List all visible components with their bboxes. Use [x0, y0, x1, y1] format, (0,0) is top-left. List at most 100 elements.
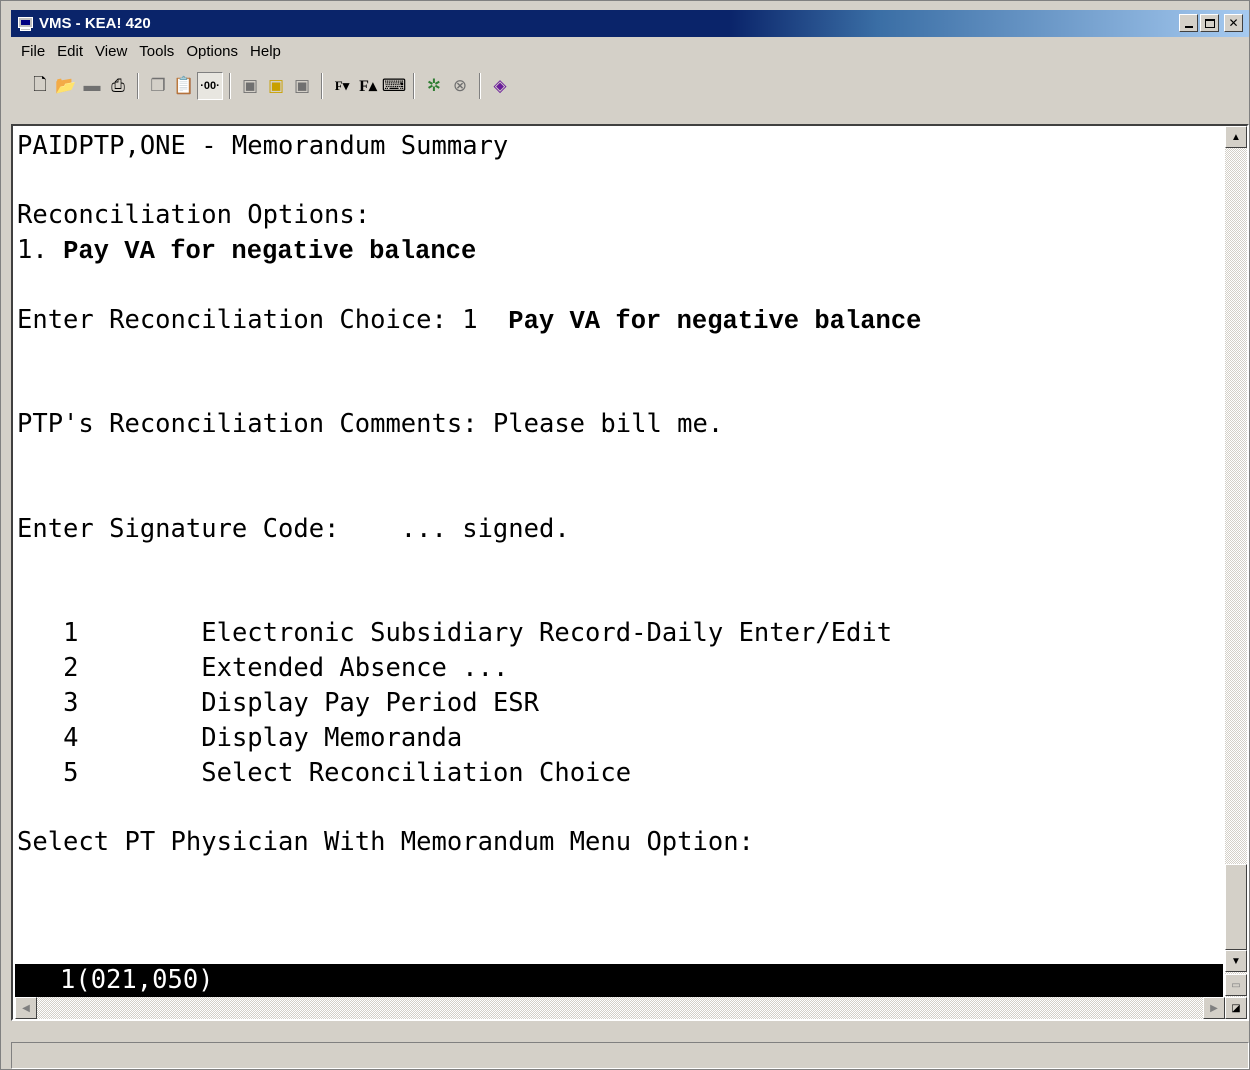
toolbar-separator — [321, 73, 323, 99]
recon-options-label: Reconciliation Options: — [17, 200, 371, 230]
page-button[interactable]: ▭ — [1225, 974, 1247, 996]
font-increase-icon: F▴ — [359, 78, 377, 95]
copy-icon: ❐ — [150, 76, 166, 95]
menu-help[interactable]: Help — [250, 43, 281, 60]
menu-bar: File Edit View Tools Options Help — [11, 39, 283, 63]
help-book-icon: ◈ — [493, 76, 507, 95]
window-title: VMS - KEA! 420 — [39, 15, 151, 32]
menu-option-number: 1 — [63, 618, 79, 648]
arrow-down-icon: ▼ — [1231, 955, 1241, 967]
transfer-button[interactable]: ▣ — [289, 72, 315, 100]
menu-view[interactable]: View — [95, 43, 127, 60]
menu-option-3: 3 Display Pay Period ESR — [17, 686, 539, 720]
toolbar-separator — [229, 73, 231, 99]
recon-option-1-text: Pay VA for negative balance — [63, 237, 477, 266]
keyboard-button[interactable]: ⌨ — [381, 72, 407, 100]
page-icon: ▭ — [1231, 979, 1241, 991]
menu-option-1: 1 Electronic Subsidiary Record-Daily Ent… — [17, 616, 892, 650]
maximize-icon — [1204, 18, 1215, 28]
print-button[interactable]: ⎙ — [105, 72, 131, 100]
zoom-mode-icon: ·00· — [200, 80, 220, 92]
corner-button[interactable]: ◪ — [1225, 997, 1247, 1019]
recon-choice-line: Enter Reconciliation Choice: 1 Pay VA fo… — [17, 303, 921, 337]
send-file-icon: ▣ — [267, 76, 285, 95]
new-icon: 🗋 — [33, 74, 47, 94]
scroll-right-button[interactable]: ▶ — [1203, 997, 1225, 1019]
keyboard-icon: ⌨ — [381, 76, 407, 95]
recon-choice-prompt: Enter Reconciliation Choice: 1 — [17, 305, 478, 335]
minimize-icon — [1184, 26, 1193, 28]
zoom-mode-button[interactable]: ·00· — [197, 72, 223, 100]
terminal-app-icon[interactable] — [17, 16, 35, 32]
signature-line: Enter Signature Code: ... signed. — [17, 514, 570, 544]
horizontal-scrollbar[interactable]: ◀ ▶ — [15, 997, 1225, 1019]
recon-option-1-number: 1. — [17, 235, 48, 265]
terminal-screen[interactable]: PAIDPTP,ONE - Memorandum Summary Reconci… — [15, 126, 1223, 964]
menu-option-number: 2 — [63, 653, 79, 683]
menu-option-label: Extended Absence ... — [201, 653, 509, 683]
terminal-header: PAIDPTP,ONE - Memorandum Summary — [17, 131, 509, 161]
recon-option-1: 1. Pay VA for negative balance — [17, 233, 476, 267]
copy-button[interactable]: ❐ — [145, 72, 171, 100]
open-folder-icon: 📂 — [55, 76, 77, 95]
menu-option-number: 3 — [63, 688, 79, 718]
menu-option-label: Select Reconciliation Choice — [201, 758, 632, 788]
vertical-scrollbar[interactable]: ▲ ▼ ▭ — [1225, 126, 1247, 997]
toolbar: 🗋 📂 ▬ ⎙ ❐ 📋 ·00· ▣ ▣ ▣ F▾ F▴ ⌨ ✲ ⊗ ◈ — [11, 67, 1249, 105]
close-icon: ✕ — [1228, 16, 1239, 30]
reconciliation-comments: PTP's Reconciliation Comments: Please bi… — [17, 409, 724, 439]
network-button[interactable]: ✲ — [421, 72, 447, 100]
terminal-status-line: 1(021,050) — [15, 964, 1223, 997]
receive-file-icon: ▣ — [241, 76, 259, 95]
help-button[interactable]: ◈ — [487, 72, 513, 100]
toolbar-separator — [413, 73, 415, 99]
new-button[interactable]: 🗋 — [27, 72, 53, 100]
menu-option-label: Electronic Subsidiary Record-Daily Enter… — [201, 618, 893, 648]
arrow-up-icon: ▲ — [1231, 131, 1241, 143]
receive-file-button[interactable]: ▣ — [237, 72, 263, 100]
menu-options[interactable]: Options — [186, 43, 238, 60]
menu-option-label: Display Pay Period ESR — [201, 688, 540, 718]
save-button[interactable]: ▬ — [79, 72, 105, 100]
scroll-left-button[interactable]: ◀ — [15, 997, 37, 1019]
menu-option-2: 2 Extended Absence ... — [17, 651, 508, 685]
menu-option-number: 4 — [63, 723, 79, 753]
toolbar-separator — [137, 73, 139, 99]
open-button[interactable]: 📂 — [53, 72, 79, 100]
font-increase-button[interactable]: F▴ — [355, 72, 381, 100]
paste-icon: 📋 — [173, 76, 195, 95]
terminal-frame: PAIDPTP,ONE - Memorandum Summary Reconci… — [11, 124, 1249, 1021]
arrow-left-icon: ◀ — [22, 1002, 30, 1014]
minimize-button[interactable] — [1179, 14, 1198, 32]
status-bar — [11, 1042, 1249, 1069]
disconnect-icon: ⊗ — [452, 76, 468, 95]
menu-option-4: 4 Display Memoranda — [17, 721, 462, 755]
print-icon: ⎙ — [111, 76, 125, 95]
scroll-thumb[interactable] — [1225, 864, 1247, 950]
menu-file[interactable]: File — [21, 43, 45, 60]
maximize-button[interactable] — [1200, 14, 1219, 32]
recon-choice-value: Pay VA for negative balance — [508, 307, 922, 336]
menu-tools[interactable]: Tools — [139, 43, 174, 60]
menu-option-5: 5 Select Reconciliation Choice — [17, 756, 631, 790]
close-button[interactable]: ✕ — [1224, 14, 1243, 32]
send-file-button[interactable]: ▣ — [263, 72, 289, 100]
menu-option-number: 5 — [63, 758, 79, 788]
menu-edit[interactable]: Edit — [57, 43, 83, 60]
font-decrease-button[interactable]: F▾ — [329, 72, 355, 100]
title-bar[interactable]: VMS - KEA! 420 ✕ — [11, 10, 1249, 37]
font-decrease-icon: F▾ — [334, 78, 350, 93]
scroll-down-button[interactable]: ▼ — [1225, 950, 1247, 972]
arrow-right-icon: ▶ — [1210, 1002, 1218, 1014]
paste-button[interactable]: 📋 — [171, 72, 197, 100]
transfer-icon: ▣ — [293, 76, 311, 95]
network-icon: ✲ — [426, 76, 442, 95]
disconnect-button[interactable]: ⊗ — [447, 72, 473, 100]
select-option-prompt: Select PT Physician With Memorandum Menu… — [17, 827, 754, 857]
menu-option-label: Display Memoranda — [201, 723, 463, 753]
toolbar-separator — [479, 73, 481, 99]
scroll-up-button[interactable]: ▲ — [1225, 126, 1247, 148]
resize-icon: ◪ — [1231, 1002, 1241, 1014]
window-controls: ✕ — [1179, 14, 1243, 32]
terminal-window: VMS - KEA! 420 ✕ File Edit View Tools Op… — [0, 0, 1250, 1070]
